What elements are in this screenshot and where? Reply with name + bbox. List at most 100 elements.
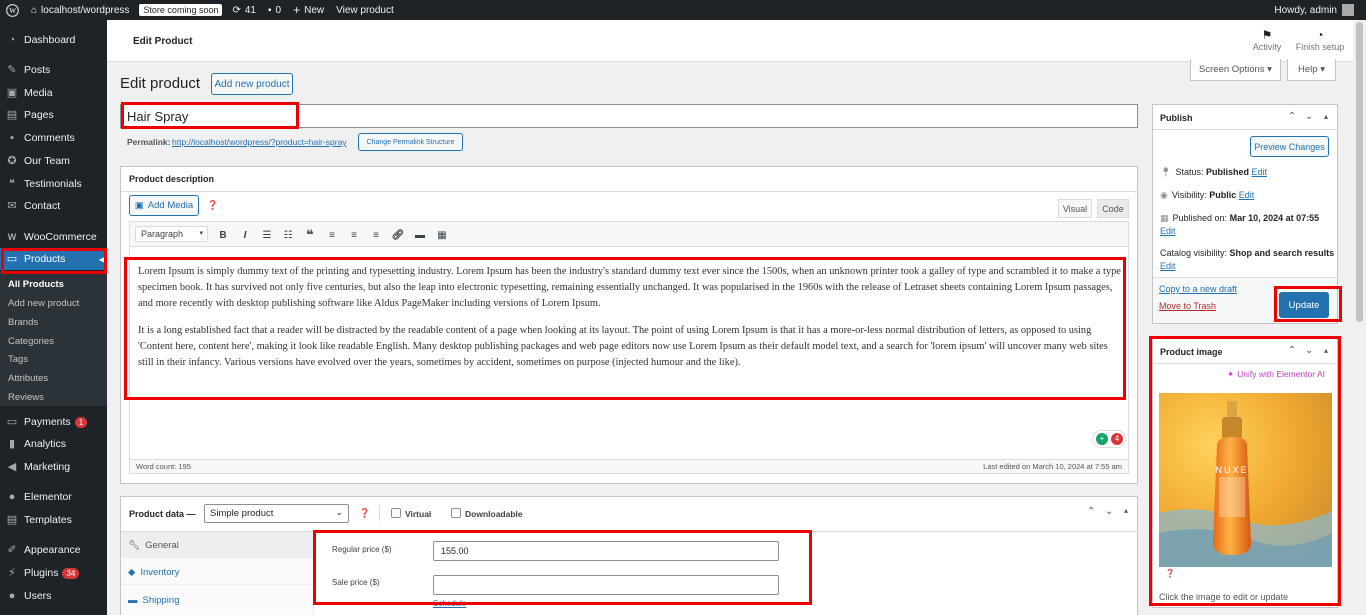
add-media-button[interactable]: ▣ Add Media [129, 195, 199, 216]
move-down-icon[interactable]: ⌄ [1105, 506, 1113, 517]
copy-draft-link[interactable]: Copy to a new draft [1159, 284, 1237, 294]
tab-visual[interactable]: Visual [1058, 199, 1092, 218]
sidebar-item-comments[interactable]: ▪ Comments [0, 127, 107, 149]
sidebar-item-media[interactable]: ▣ Media [0, 82, 107, 104]
plus-icon: + [293, 3, 301, 17]
screen-options-button[interactable]: Screen Options ▾ [1190, 59, 1281, 81]
highlight-update-button [1274, 286, 1342, 322]
pages-icon: ▤ [6, 109, 18, 121]
account-menu[interactable]: Howdy, admin [1274, 4, 1366, 16]
sidebar-item-testimonials[interactable]: ❝ Testimonials [0, 173, 107, 195]
submenu-add-new-product[interactable]: Add new product [8, 298, 79, 309]
blockquote-icon[interactable]: ❝ [303, 227, 317, 242]
permalink-link[interactable]: http://localhost/wordpress/?product=hair… [172, 137, 347, 147]
bullet-list-icon[interactable]: ☰ [260, 228, 274, 242]
tab-shipping[interactable]: ▬ Shipping [121, 587, 314, 613]
truck-icon: ▬ [128, 595, 138, 606]
sidebar-item-dashboard[interactable]: ◔ Dashboard [0, 29, 107, 51]
submenu-attributes[interactable]: Attributes [8, 373, 48, 384]
align-center-icon[interactable]: ≡ [347, 228, 361, 242]
sidebar-item-payments[interactable]: ▭ Payments 1 [0, 411, 107, 433]
submenu-tags[interactable]: Tags [8, 354, 28, 365]
page-title: Edit product [120, 75, 201, 92]
move-down-icon[interactable]: ⌄ [1305, 111, 1313, 122]
updates-link[interactable]: ⟳ 41 [226, 0, 262, 20]
link-icon[interactable]: 🔗︎ [391, 228, 405, 242]
downloadable-checkbox[interactable] [451, 508, 461, 518]
view-product-link[interactable]: View product [330, 0, 400, 20]
help-icon[interactable]: ❓ [359, 508, 370, 519]
comments-link[interactable]: ▪ 0 [262, 0, 287, 20]
sidebar-item-elementor[interactable]: ● Elementor [0, 486, 107, 508]
page-scrollbar[interactable] [1353, 20, 1366, 615]
submenu-all-products[interactable]: All Products [8, 279, 64, 290]
sidebar-item-appearance[interactable]: ✐ Appearance [0, 539, 107, 561]
description-box-title: Product description [129, 174, 215, 184]
publish-title: Publish [1160, 113, 1193, 123]
flag-icon: ⚑ [1261, 28, 1273, 42]
visibility-edit-link[interactable]: Edit [1239, 190, 1255, 200]
change-permalink-button[interactable]: Change Permalink Structure [358, 133, 463, 151]
format-select[interactable]: Paragraph ▾ [135, 226, 208, 242]
grammar-widget[interactable]: + 4 [1092, 430, 1126, 448]
downloadable-label: Downloadable [465, 509, 523, 519]
help-icon[interactable]: ❓ [207, 200, 218, 211]
product-type-select[interactable]: Simple product ⌄ [204, 504, 349, 523]
submenu-brands[interactable]: Brands [8, 317, 38, 328]
italic-icon[interactable]: I [238, 228, 252, 242]
read-more-icon[interactable]: ▬ [413, 228, 427, 242]
sidebar-item-contact[interactable]: ✉ Contact [0, 195, 107, 217]
toolbar-toggle-icon[interactable]: ▦ [435, 228, 449, 242]
sidebar-item-our-team[interactable]: ✪ Our Team [0, 150, 107, 172]
sidebar-item-plugins[interactable]: ⚡ Plugins 34 [0, 562, 107, 584]
status-edit-link[interactable]: Edit [1252, 167, 1268, 177]
tab-inventory[interactable]: ◆ Inventory [121, 559, 314, 585]
word-count: Word count: 195 [136, 462, 191, 471]
sidebar-item-marketing[interactable]: ◀ Marketing [0, 456, 107, 478]
move-to-trash-link[interactable]: Move to Trash [1159, 301, 1216, 311]
preview-changes-button[interactable]: Preview Changes [1250, 136, 1329, 157]
bold-icon[interactable]: B [216, 228, 230, 242]
page-header-bar: Edit Product ⚑ Activity ◔ Finish setup [107, 20, 1353, 62]
wordpress-logo-icon[interactable]: W [0, 0, 25, 20]
add-new-product-button[interactable]: Add new product [211, 73, 293, 95]
activity-button[interactable]: ⚑ Activity [1250, 28, 1284, 52]
catalog-edit-link[interactable]: Edit [1160, 261, 1176, 271]
highlight-products-menu [1, 248, 107, 274]
divider [379, 505, 380, 521]
site-name-link[interactable]: ⌂ localhost/wordpress [25, 0, 135, 20]
progress-circle-icon: ◔ [1316, 28, 1324, 42]
tab-general[interactable]: 🔧︎ General [121, 532, 314, 558]
new-content-link[interactable]: + New [287, 0, 330, 20]
sidebar-item-pages[interactable]: ▤ Pages [0, 104, 107, 126]
align-right-icon[interactable]: ≡ [369, 228, 383, 242]
move-up-icon[interactable]: ⌃ [1087, 506, 1095, 517]
collapse-toggle-icon[interactable]: ▴ [1124, 506, 1128, 515]
wrench-icon: 🔧︎ [128, 540, 141, 551]
submenu-reviews[interactable]: Reviews [8, 392, 44, 403]
home-icon: ⌂ [31, 4, 38, 16]
inventory-icon: ◆ [128, 567, 136, 578]
sidebar-item-woocommerce[interactable]: W WooCommerce [0, 226, 107, 248]
date-edit-link[interactable]: Edit [1160, 226, 1176, 236]
virtual-checkbox[interactable] [391, 508, 401, 518]
sidebar-item-posts[interactable]: ✎ Posts [0, 59, 107, 81]
sidebar-item-templates[interactable]: ▤ Templates [0, 509, 107, 531]
collapse-toggle-icon[interactable]: ▴ [1324, 112, 1328, 121]
editor-toolbar: Paragraph ▾ B I ☰ ☷ ❝ ≡ ≡ ≡ 🔗︎ ▬ ▦ [129, 221, 1129, 247]
move-up-icon[interactable]: ⌃ [1288, 111, 1296, 122]
tab-code[interactable]: Code [1097, 199, 1129, 218]
help-button[interactable]: Help ▾ [1287, 59, 1336, 81]
sidebar-item-analytics[interactable]: ▮ Analytics [0, 433, 107, 455]
sidebar-item-users[interactable]: ● Users [0, 585, 107, 607]
store-status-badge[interactable]: Store coming soon [139, 4, 223, 16]
numbered-list-icon[interactable]: ☷ [281, 228, 295, 242]
media-icon: ▣ [134, 200, 144, 211]
scrollbar-thumb[interactable] [1356, 22, 1363, 322]
finish-setup-button[interactable]: ◔ Finish setup [1294, 28, 1346, 52]
submenu-categories[interactable]: Categories [8, 336, 54, 347]
plugins-badge: 34 [62, 567, 80, 579]
users-icon: ● [8, 590, 16, 602]
team-icon: ✪ [7, 155, 17, 167]
align-left-icon[interactable]: ≡ [325, 228, 339, 242]
